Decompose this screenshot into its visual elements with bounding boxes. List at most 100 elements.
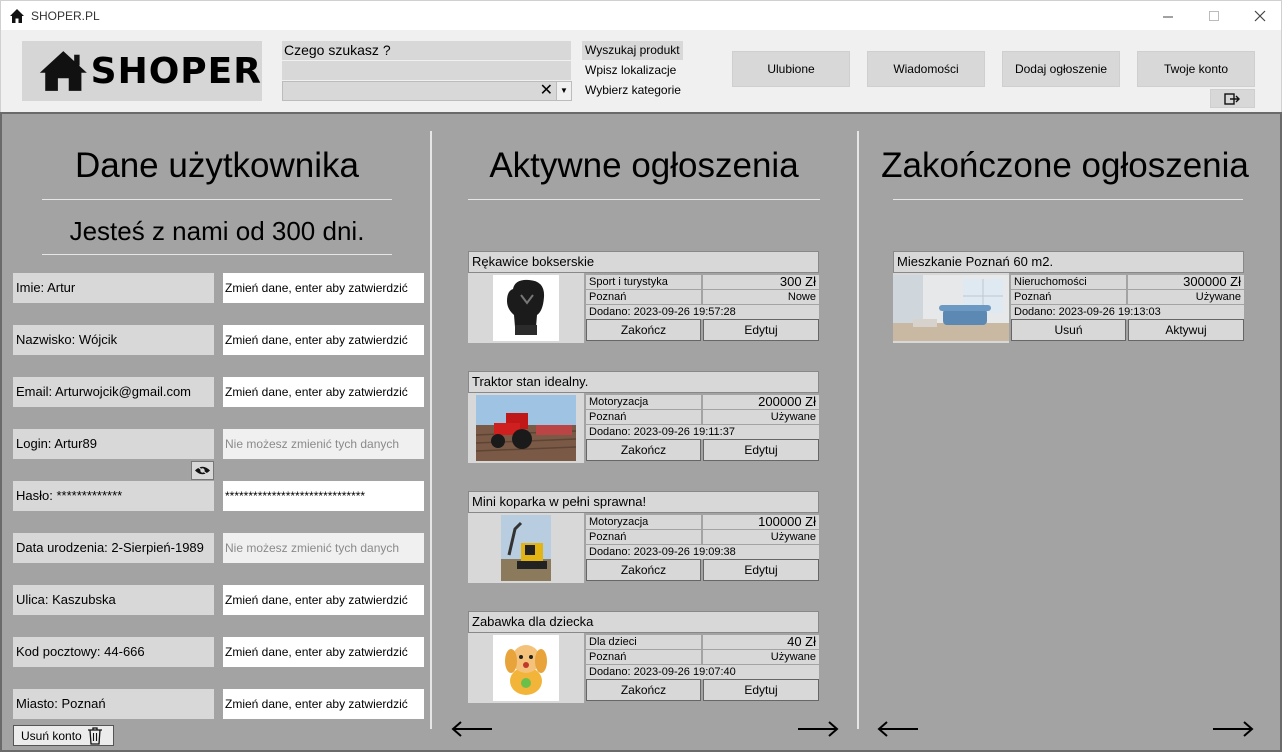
listing-image[interactable] [893,273,1009,343]
minimize-icon [1162,16,1173,17]
eye-slash-icon [195,465,210,476]
delete-listing-button[interactable]: Usuń [1011,319,1126,341]
clear-icon[interactable]: ✕ [540,82,553,100]
logo-text: SHOPER [90,50,262,92]
listing-title[interactable]: Rękawice bokserskie [468,251,819,273]
excavator-icon [501,515,551,581]
listing-location: Poznań [586,530,701,544]
house-icon [10,9,24,23]
listing-date: Dodano: 2023-09-26 19:11:37 [586,425,819,439]
edit-listing-button[interactable]: Edytuj [703,439,819,461]
prev-page-arrow-icon[interactable] [450,718,494,740]
close-button[interactable] [1237,1,1282,31]
close-icon [1254,10,1266,22]
title-underline [893,199,1243,200]
messages-button[interactable]: Wiadomości [867,51,985,87]
trash-icon [87,726,102,745]
delete-account-label: Usuń konto [21,728,82,743]
toggle-password-button[interactable] [191,461,214,480]
listing-image[interactable] [468,393,584,463]
listing-image[interactable] [468,513,584,583]
title-underline [42,199,392,200]
window-title: SHOPER.PL [31,9,100,23]
listing-card: Traktor stan idealny. Motoryzacja 200000… [468,371,820,463]
listing-category: Dla dzieci [586,635,701,649]
end-listing-button[interactable]: Zakończ [586,679,701,701]
living-room-icon [893,275,1009,341]
house-logo-icon [39,51,87,91]
listing-price: 200000 Zł [703,395,819,409]
logo[interactable]: SHOPER [22,41,262,101]
next-page-arrow-icon[interactable] [1211,718,1255,740]
category-select[interactable]: ✕ ▼ [282,81,572,101]
favorites-button[interactable]: Ulubione [732,51,850,87]
location-input[interactable] [282,61,571,80]
edit-listing-button[interactable]: Edytuj [703,559,819,581]
enter-location-button[interactable]: Wpisz lokalizacje [582,61,676,80]
listing-location: Poznań [586,650,701,664]
title-underline [468,199,820,200]
listing-category: Nieruchomości [1011,275,1126,289]
street-field[interactable]: Zmień dane, enter aby zatwierdzić [223,585,424,615]
next-page-arrow-icon[interactable] [796,718,840,740]
first-name-label: Imie: Artur [13,273,214,303]
email-label: Email: Arturwojcik@gmail.com [13,377,214,407]
birth-date-label: Data urodzenia: 2-Sierpień-1989 [13,533,214,563]
chevron-down-icon[interactable]: ▼ [556,82,571,100]
minimize-button[interactable] [1145,1,1191,31]
prev-page-arrow-icon[interactable] [876,718,920,740]
listing-date: Dodano: 2023-09-26 19:07:40 [586,665,819,679]
maximize-icon [1208,10,1219,21]
end-listing-button[interactable]: Zakończ [586,439,701,461]
maximize-button[interactable] [1191,1,1237,31]
logout-icon [1223,92,1240,105]
listing-price: 300 Zł [703,275,819,289]
listing-date: Dodano: 2023-09-26 19:09:38 [586,545,819,559]
email-field[interactable]: Zmień dane, enter aby zatwierdzić [223,377,424,407]
active-listings-title: Aktywne ogłoszenia [489,146,799,185]
user-data-title: Dane użytkownika [74,146,360,185]
last-name-field[interactable]: Zmień dane, enter aby zatwierdzić [223,325,424,355]
listing-location: Poznań [586,410,701,424]
postal-code-field[interactable]: Zmień dane, enter aby zatwierdzić [223,637,424,667]
add-listing-button[interactable]: Dodaj ogłoszenie [1002,51,1120,87]
main-panel: Dane użytkownika Jesteś z nami od 300 dn… [0,112,1282,752]
listing-title[interactable]: Mini koparka w pełni sprawna! [468,491,819,513]
listing-condition: Używane [703,650,819,664]
listing-title[interactable]: Zabawka dla dziecka [468,611,819,633]
account-button[interactable]: Twoje konto [1137,51,1255,87]
city-label: Miasto: Poznań [13,689,214,719]
city-field[interactable]: Zmień dane, enter aby zatwierdzić [223,689,424,719]
listing-image[interactable] [468,273,584,343]
listing-date: Dodano: 2023-09-26 19:57:28 [586,305,819,319]
logout-button[interactable] [1210,89,1255,108]
edit-listing-button[interactable]: Edytuj [703,319,819,341]
password-field[interactable]: ****************************** [223,481,424,511]
column-divider [857,131,859,729]
edit-listing-button[interactable]: Edytuj [703,679,819,701]
listing-title[interactable]: Traktor stan idealny. [468,371,819,393]
listing-condition: Używane [1128,290,1244,304]
listing-condition: Nowe [703,290,819,304]
choose-category-button[interactable]: Wybierz kategorie [582,81,681,100]
password-label: Hasło: ************* [13,481,214,511]
title-underline [42,254,392,255]
listing-condition: Używane [703,410,819,424]
last-name-label: Nazwisko: Wójcik [13,325,214,355]
listing-image[interactable] [468,633,584,703]
postal-code-label: Kod pocztowy: 44-666 [13,637,214,667]
first-name-field[interactable]: Zmień dane, enter aby zatwierdzić [223,273,424,303]
delete-account-button[interactable]: Usuń konto [13,725,114,746]
search-input[interactable]: Czego szukasz ? [282,41,571,60]
end-listing-button[interactable]: Zakończ [586,319,701,341]
listing-title[interactable]: Mieszkanie Poznań 60 m2. [893,251,1244,273]
search-product-button[interactable]: Wyszukaj produkt [582,41,683,60]
listing-location: Poznań [1011,290,1126,304]
end-listing-button[interactable]: Zakończ [586,559,701,581]
listing-card: Mieszkanie Poznań 60 m2. Nieruchomości 3… [893,251,1245,343]
listing-card: Mini koparka w pełni sprawna! Motoryzacj… [468,491,820,583]
listing-price: 40 Zł [703,635,819,649]
listing-card: Rękawice bokserskie Sport i turystyka 30… [468,251,820,343]
activate-listing-button[interactable]: Aktywuj [1128,319,1244,341]
listing-date: Dodano: 2023-09-26 19:13:03 [1011,305,1244,319]
